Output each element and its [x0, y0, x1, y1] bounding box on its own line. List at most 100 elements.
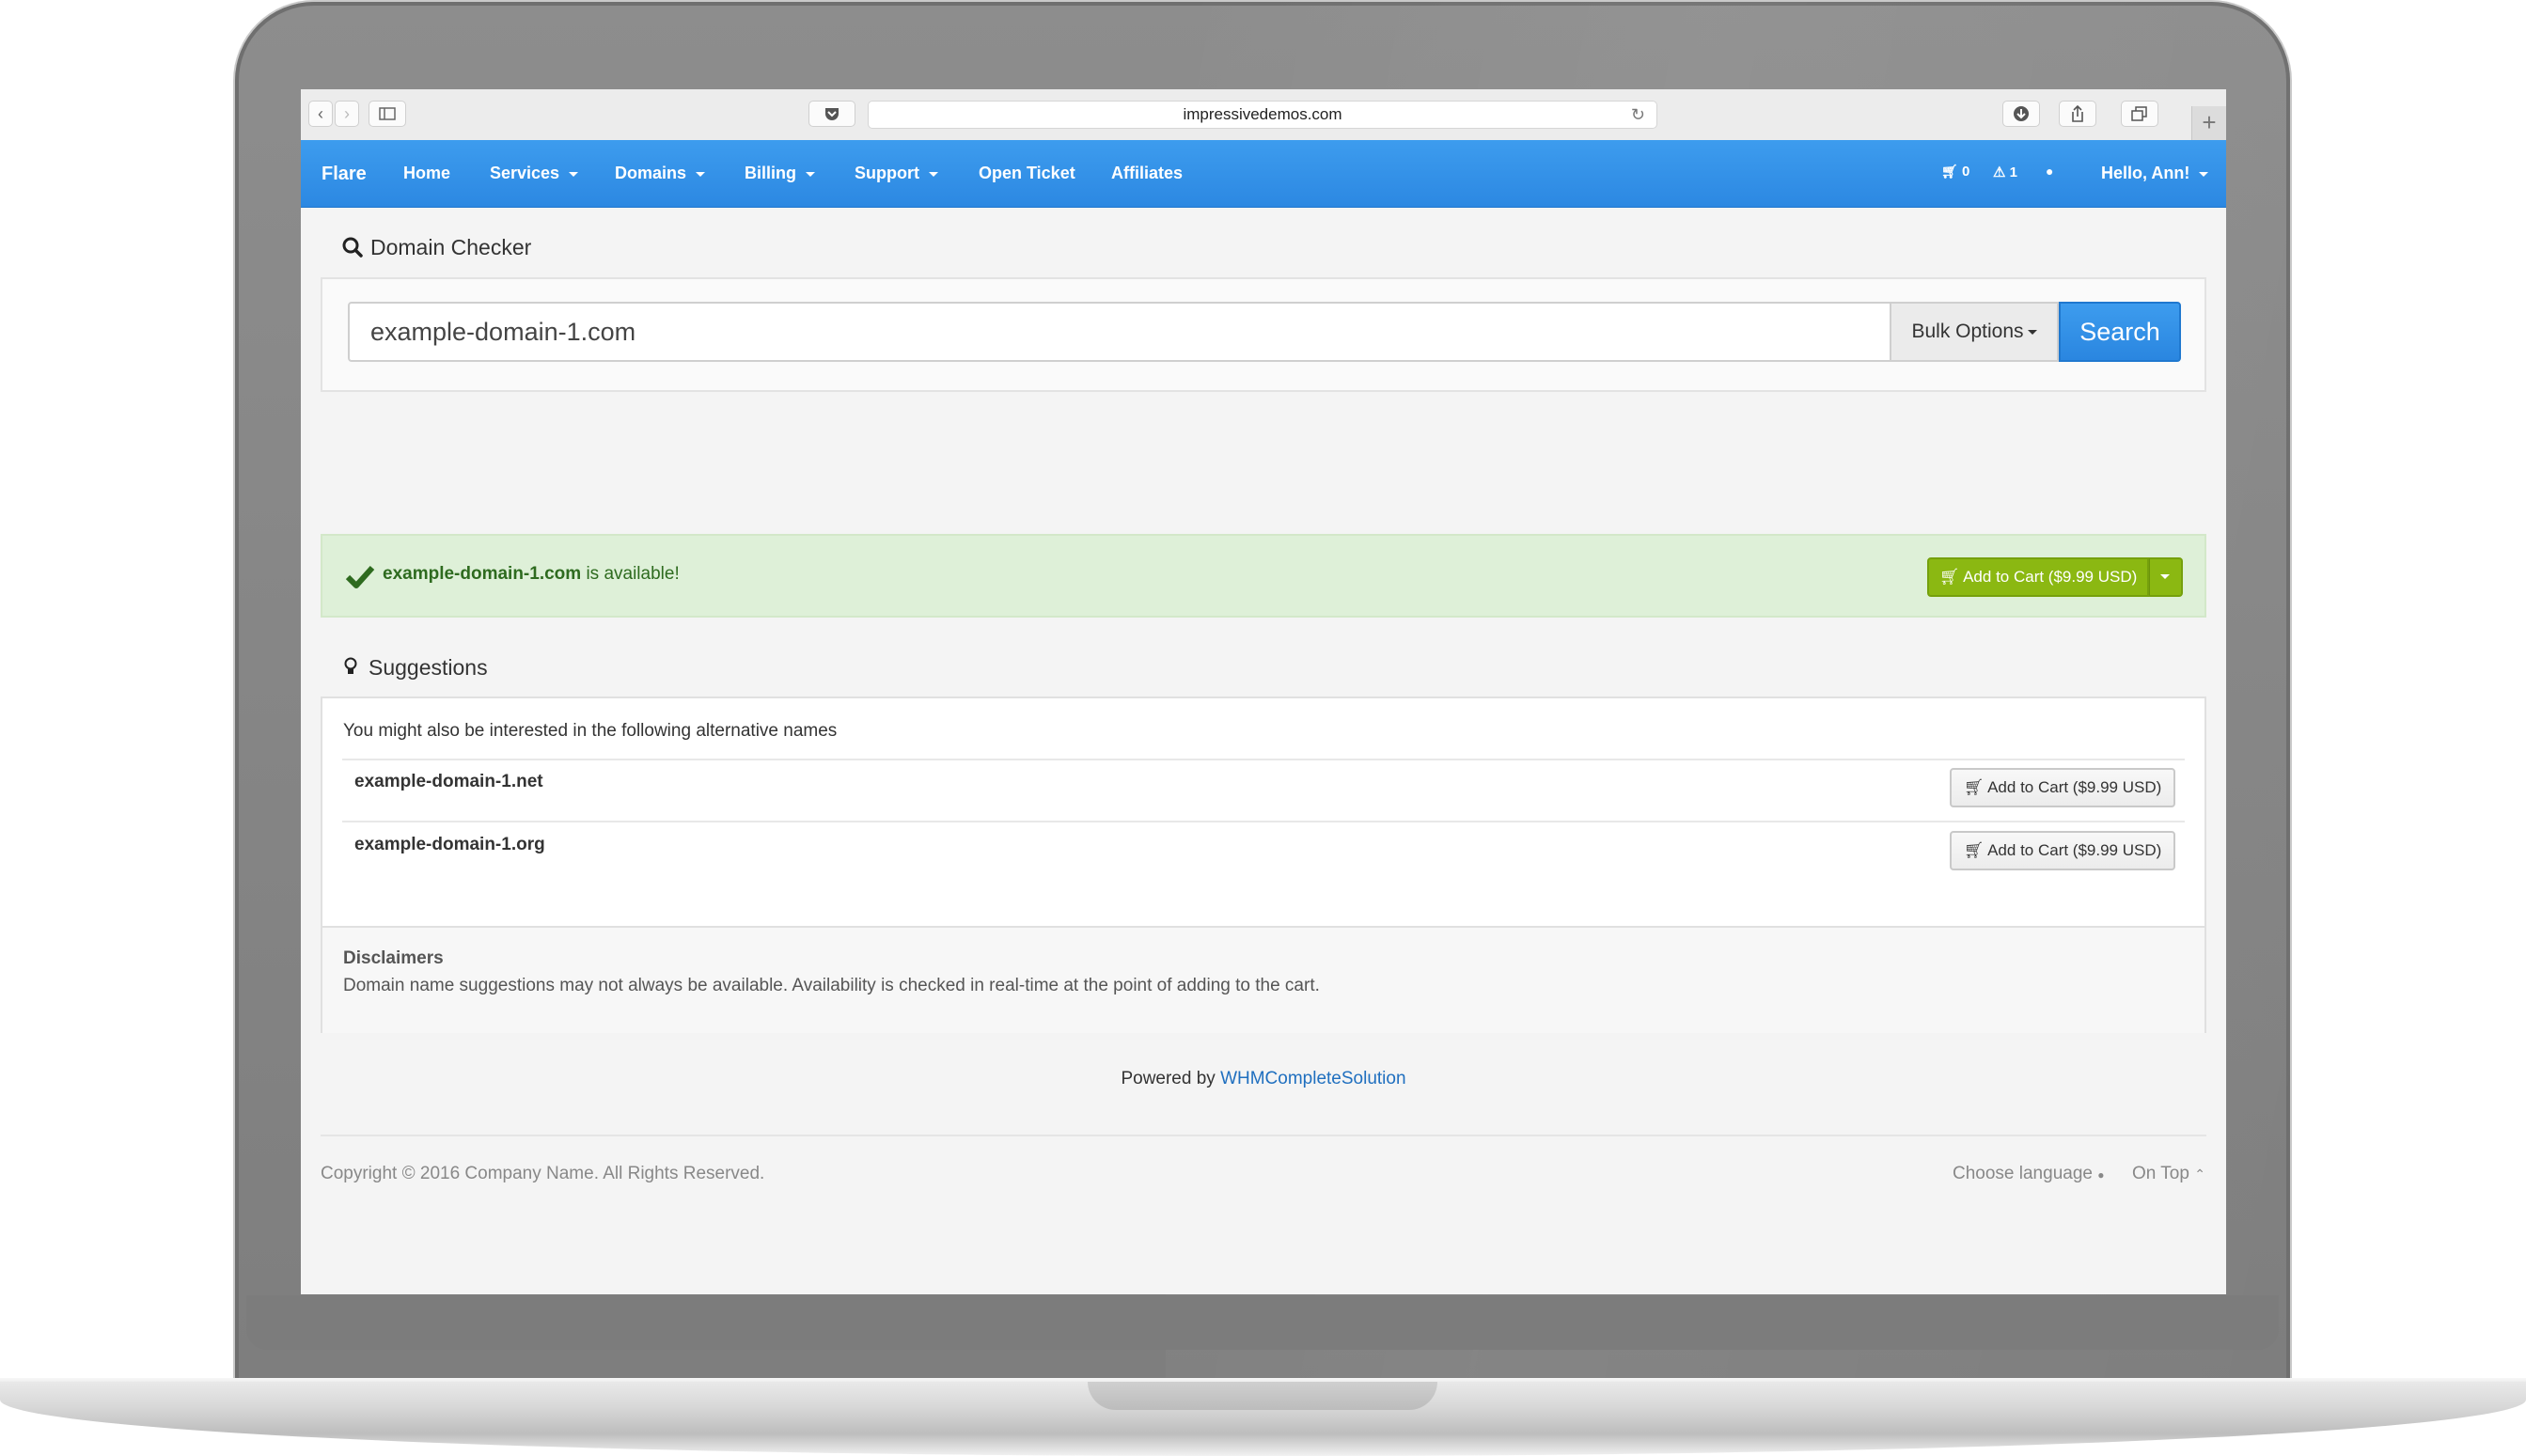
screen: ‹ › impressivedemos.com ↻ + Flare Home S…: [301, 89, 2226, 1294]
globe-icon: ●: [2097, 1168, 2105, 1182]
pocket-button[interactable]: [808, 101, 855, 127]
add-to-cart-label: Add to Cart ($9.99 USD): [1963, 568, 2138, 586]
suggestion-add-to-cart-button[interactable]: 🛒︎ Add to Cart ($9.99 USD): [1950, 768, 2175, 807]
add-to-cart-label: Add to Cart ($9.99 USD): [1987, 841, 2162, 859]
disclaimer-box: Disclaimers Domain name suggestions may …: [322, 926, 2204, 1033]
download-icon: [2014, 106, 2029, 121]
main-navbar: Flare Home Services Domains Billing Supp…: [301, 140, 2226, 208]
add-to-cart-dropdown[interactable]: [2149, 557, 2183, 597]
add-to-cart-button[interactable]: 🛒︎ Add to Cart ($9.99 USD): [1927, 557, 2149, 597]
share-button[interactable]: [2059, 101, 2096, 127]
caret-down-icon: [929, 171, 938, 177]
nav-item-support[interactable]: Support: [855, 164, 938, 183]
suggestion-add-to-cart-button[interactable]: 🛒︎ Add to Cart ($9.99 USD): [1950, 831, 2175, 870]
account-menu[interactable]: Hello, Ann!: [2101, 164, 2209, 183]
nav-item-home[interactable]: Home: [403, 164, 450, 183]
cart-link[interactable]: 🛒︎ 0: [1941, 164, 1969, 180]
cart-count: 0: [1961, 164, 1970, 180]
chevron-right-icon: ›: [344, 104, 350, 123]
url-text: impressivedemos.com: [1183, 105, 1342, 123]
on-top-label: On Top: [2132, 1164, 2189, 1183]
notifications-link[interactable]: ⚠ 1: [1993, 164, 2017, 180]
page-content: Domain Checker Bulk Options Search examp…: [301, 208, 2226, 1294]
suggestions-panel: You might also be interested in the foll…: [321, 697, 2206, 1033]
language-link[interactable]: ●: [2046, 164, 2053, 180]
powered-by: Powered by WHMCompleteSolution: [301, 1069, 2226, 1089]
globe-icon: ●: [2046, 164, 2054, 179]
greeting-label: Hello, Ann!: [2101, 164, 2190, 182]
nav-label: Billing: [745, 164, 796, 182]
disclaimer-title: Disclaimers: [343, 948, 444, 968]
check-icon: [345, 565, 375, 588]
suggestions-intro: You might also be interested in the foll…: [343, 721, 838, 741]
address-bar[interactable]: impressivedemos.com ↻: [868, 101, 1657, 129]
disclaimer-text: Domain name suggestions may not always b…: [343, 976, 1320, 995]
available-domain: example-domain-1.com: [383, 564, 582, 584]
tabs-button[interactable]: [2121, 101, 2158, 127]
nav-item-domains[interactable]: Domains: [615, 164, 706, 183]
plus-icon: +: [2202, 108, 2217, 136]
caret-down-icon: [696, 171, 706, 177]
suggestion-domain: example-domain-1.org: [354, 835, 545, 854]
divider: [342, 759, 2185, 760]
powered-prefix: Powered by: [1121, 1069, 1216, 1088]
domain-search-panel: Bulk Options Search: [321, 277, 2206, 392]
availability-status: is available!: [586, 564, 680, 584]
divider: [342, 821, 2185, 822]
language-label: Choose language: [1953, 1164, 2093, 1183]
nav-item-affiliates[interactable]: Affiliates: [1111, 164, 1183, 183]
cart-icon: 🛒︎: [1963, 841, 1985, 859]
bulk-options-button[interactable]: Bulk Options: [1891, 302, 2059, 362]
search-button[interactable]: Search: [2059, 302, 2181, 362]
availability-message: example-domain-1.com is available!: [383, 564, 680, 585]
add-to-cart-label: Add to Cart ($9.99 USD): [1987, 778, 2162, 796]
sidebar-button[interactable]: [369, 101, 406, 127]
caret-down-icon: [569, 171, 579, 177]
nav-item-services[interactable]: Services: [490, 164, 579, 183]
share-icon: [2072, 104, 2083, 122]
heading-text: Suggestions: [369, 655, 488, 680]
whmcs-link[interactable]: WHMCompleteSolution: [1220, 1069, 1405, 1088]
cart-icon: 🛒︎: [1963, 778, 1985, 796]
domain-checker-heading: Domain Checker: [342, 235, 531, 260]
cart-icon: 🛒︎: [1941, 164, 1958, 179]
caret-down-icon: [2027, 329, 2037, 335]
nav-label: Support: [855, 164, 919, 182]
nav-label: Affiliates: [1111, 164, 1184, 182]
search-label: Search: [2079, 318, 2160, 346]
brand-logo[interactable]: Flare: [322, 164, 367, 185]
alert-count: 1: [2009, 164, 2017, 180]
nav-item-billing[interactable]: Billing: [745, 164, 815, 183]
tabs-icon: [2131, 106, 2147, 121]
laptop-notch: [1088, 1382, 1437, 1410]
nav-label: Services: [490, 164, 560, 182]
domain-search-input[interactable]: [348, 302, 1891, 362]
cart-icon: 🛒︎: [1938, 568, 1960, 586]
caret-down-icon: [2160, 574, 2170, 579]
back-to-top-link[interactable]: On Top ⌃: [2132, 1164, 2205, 1184]
choose-language-link[interactable]: Choose language ●: [1953, 1164, 2105, 1184]
laptop-bezel: [246, 1295, 2279, 1350]
availability-alert: example-domain-1.com is available! 🛒︎ Ad…: [321, 534, 2206, 618]
nav-label: Home: [403, 164, 451, 182]
back-button[interactable]: ‹: [308, 101, 333, 127]
caret-down-icon: [2199, 171, 2209, 177]
nav-item-open-ticket[interactable]: Open Ticket: [979, 164, 1075, 183]
warning-icon: ⚠: [1993, 164, 2006, 180]
new-tab-button[interactable]: +: [2191, 106, 2226, 140]
suggestion-domain: example-domain-1.net: [354, 772, 543, 791]
nav-label: Domains: [615, 164, 687, 182]
search-icon: [342, 237, 363, 258]
reload-icon[interactable]: ↻: [1631, 102, 1645, 128]
caret-down-icon: [806, 171, 815, 177]
pocket-icon: [825, 108, 839, 120]
chevron-up-icon: ⌃: [2194, 1166, 2205, 1182]
nav-label: Open Ticket: [979, 164, 1075, 182]
chevron-left-icon: ‹: [318, 104, 323, 123]
forward-button[interactable]: ›: [335, 101, 359, 127]
suggestions-heading: Suggestions: [344, 655, 488, 681]
footer-divider: [321, 1135, 2206, 1136]
downloads-button[interactable]: [2002, 101, 2040, 127]
browser-toolbar: ‹ › impressivedemos.com ↻ +: [301, 89, 2226, 141]
copyright-text: Copyright © 2016 Company Name. All Right…: [321, 1164, 765, 1183]
